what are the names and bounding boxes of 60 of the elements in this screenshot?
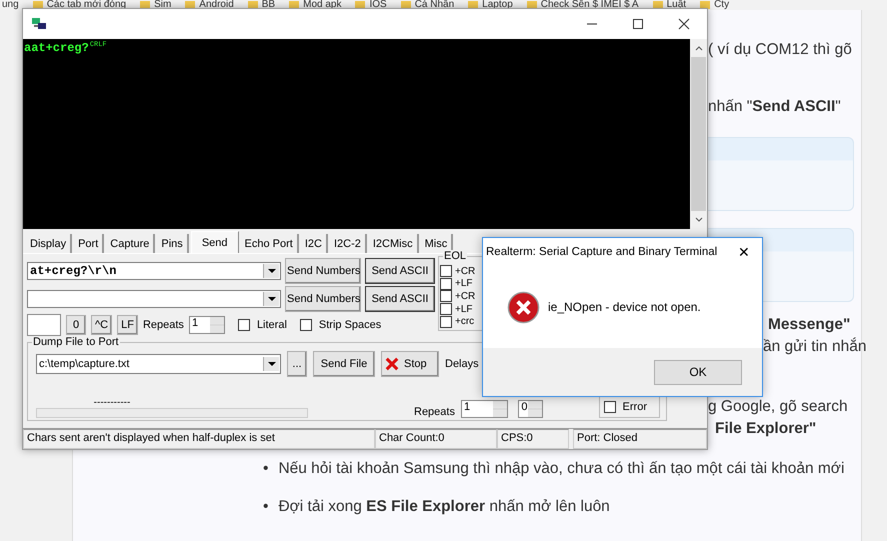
- scroll-up-icon[interactable]: [694, 44, 704, 52]
- dropdown-icon[interactable]: [263, 292, 279, 306]
- repeats-label: Repeats: [414, 406, 455, 418]
- send-combo-field[interactable]: at+creg?\r\n: [27, 262, 281, 280]
- quick-send-button[interactable]: LF: [117, 315, 138, 335]
- status-text: Char Count:0: [375, 429, 497, 449]
- repeats-spin-field[interactable]: 1: [460, 400, 508, 418]
- delays-label: Delays: [445, 358, 479, 370]
- bookmark-link[interactable]: ung: [2, 0, 19, 10]
- article-text: g Google, gõ search: [708, 398, 848, 416]
- error-icon: [507, 290, 540, 324]
- article-text: Messenge": [768, 316, 850, 334]
- repeats-spin-field[interactable]: 1: [188, 316, 225, 334]
- group-title: EOL: [443, 250, 468, 262]
- folder-icon: [700, 1, 710, 9]
- bullet-text: Đợi tải xong ES File Explorer nhấn mở lên luôn: [278, 497, 610, 517]
- computer-icon: [31, 17, 47, 31]
- bullet-marker: •: [263, 459, 268, 479]
- stop-button[interactable]: Stop: [381, 351, 439, 377]
- send-combo-field[interactable]: [27, 290, 281, 308]
- option-checkbox[interactable]: Strip Spaces: [300, 319, 382, 331]
- send-numbers-button[interactable]: Send Numbers: [285, 286, 361, 312]
- status-text: Port: Closed: [573, 429, 707, 449]
- status-text: Chars sent aren't displayed when half-duplex is set: [23, 429, 375, 449]
- tab[interactable]: Send: [190, 231, 239, 253]
- spin-arrows-icon[interactable]: [493, 401, 508, 417]
- scroll-thumb[interactable]: [691, 57, 706, 211]
- dropdown-icon[interactable]: [263, 264, 279, 278]
- article-text: File Explorer": [715, 420, 816, 438]
- quick-send-button[interactable]: ^C: [91, 315, 112, 335]
- send-numbers-button[interactable]: Send Numbers: [285, 258, 361, 284]
- bullet-marker: •: [263, 497, 268, 517]
- ok-button[interactable]: OK: [654, 360, 742, 384]
- group-title: Dump File to Port: [32, 336, 120, 348]
- delay-spin-field[interactable]: 0: [518, 400, 543, 418]
- article-text: ( ví dụ COM12 thì gõ: [708, 41, 852, 59]
- cross-icon: [385, 357, 399, 371]
- article-text: nhấn "Send ASCII": [708, 98, 841, 116]
- dropdown-icon[interactable]: [263, 357, 279, 371]
- file-combo-field[interactable]: c:\temp\capture.txt: [36, 354, 281, 374]
- char-input-field[interactable]: [27, 314, 61, 336]
- send-ascii-button[interactable]: Send ASCII: [365, 258, 435, 284]
- status-text: CPS:0: [497, 429, 569, 449]
- browse-button[interactable]: ...: [287, 351, 307, 377]
- option-checkbox[interactable]: Literal: [238, 319, 287, 331]
- bullet-text: Nếu hỏi tài khoản Samsung thì nhập vào, chưa có thì ấn tạo một cái tài khoản mới: [278, 459, 844, 479]
- article-text: ần gửi tin nhắn: [763, 338, 866, 356]
- error-checkbox[interactable]: Error: [604, 399, 647, 415]
- repeats-label: Repeats: [142, 319, 184, 331]
- scroll-down-icon[interactable]: [694, 216, 704, 224]
- scrollbar[interactable]: [690, 39, 707, 229]
- quick-send-button[interactable]: 0: [66, 315, 86, 335]
- terminal-text: aat+creg?: [24, 41, 89, 55]
- bookmark-link[interactable]: Cty: [700, 0, 730, 10]
- send-ascii-button[interactable]: Send ASCII: [365, 286, 435, 312]
- error-message: ie_NOpen - device not open.: [548, 300, 701, 314]
- send-file-button[interactable]: Send File: [313, 351, 375, 377]
- progress-text: -----------: [94, 398, 130, 408]
- close-button[interactable]: ✕: [726, 238, 762, 266]
- dialog-title: Realterm: Serial Capture and Binary Terminal: [486, 246, 718, 258]
